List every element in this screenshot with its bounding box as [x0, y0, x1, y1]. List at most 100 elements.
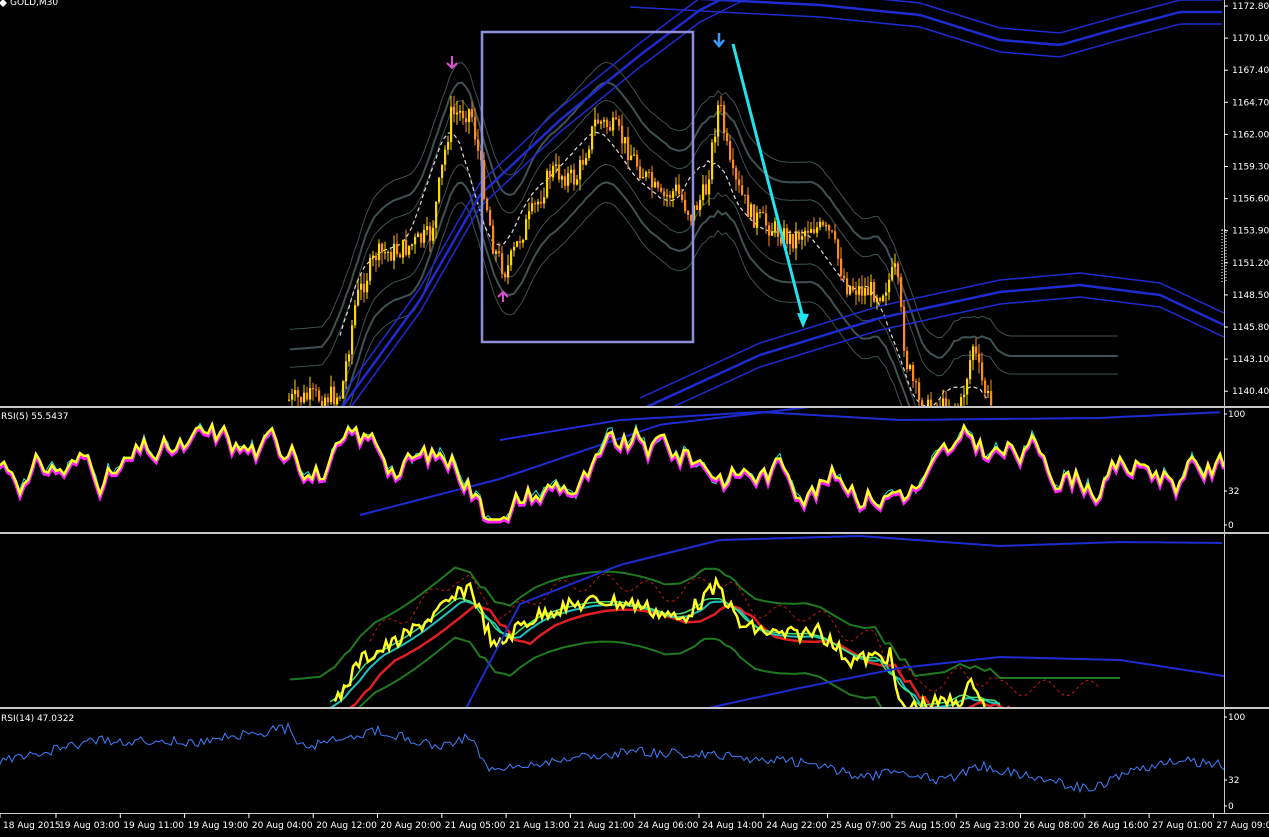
candle-body	[981, 362, 984, 381]
candle-body	[633, 154, 636, 156]
price-tick-label: 1172.80	[1232, 2, 1269, 12]
candle-body	[366, 280, 369, 293]
candle-body	[417, 233, 420, 238]
candle-body	[894, 263, 897, 267]
candle-body	[369, 258, 372, 281]
candle-body	[747, 194, 750, 218]
candle-body	[990, 390, 993, 406]
candle-body	[960, 397, 963, 406]
candle-body	[576, 179, 579, 185]
candle-body	[717, 105, 720, 137]
candle-body	[420, 233, 423, 243]
candle-body	[921, 400, 924, 406]
candle-body	[843, 275, 846, 279]
candle-body	[636, 154, 639, 167]
panel-divider[interactable]	[0, 406, 1269, 408]
rsi14-line	[0, 722, 1224, 794]
candle-body	[468, 109, 471, 123]
candle-body	[552, 165, 555, 178]
candle-body	[591, 126, 594, 150]
candle-body	[462, 110, 465, 119]
candle-body	[333, 386, 336, 405]
candle-body	[744, 194, 747, 196]
candle-body	[918, 382, 921, 401]
time-tick-label: 26 Aug 16:00	[1088, 821, 1149, 831]
candle-body	[381, 243, 384, 253]
candle-body	[378, 243, 381, 261]
candle-body	[669, 195, 672, 198]
time-axis[interactable]: 18 Aug 201519 Aug 03:00 19 Aug 11:00 19 Au…	[0, 813, 1269, 831]
candle-body	[954, 408, 956, 412]
candle-body	[768, 225, 771, 236]
candle-body	[570, 169, 573, 174]
rsi5-lines	[0, 408, 1224, 525]
oscillator-dashed-line	[369, 573, 1101, 697]
time-tick-label: 26 Aug 08:00	[1024, 821, 1085, 831]
candle-body	[711, 142, 714, 180]
candle-body	[429, 226, 432, 241]
candle-body	[753, 204, 756, 228]
candle-body	[666, 195, 669, 197]
candle-body	[687, 211, 690, 216]
candle-body	[456, 112, 459, 115]
candle-body	[738, 179, 741, 186]
candle-body	[402, 239, 405, 258]
price-tick-label: 1153.90	[1232, 227, 1269, 237]
candle-body	[705, 184, 708, 195]
candle-body	[792, 233, 795, 249]
rsi5-panel[interactable]: RSI(5) 55.5437 100 32 0	[0, 401, 1245, 531]
candle-body	[828, 225, 831, 231]
candle-body	[900, 277, 903, 307]
price-tick-label: 1159.30	[1232, 163, 1269, 173]
candle-body	[750, 204, 753, 218]
price-axis[interactable]: 1172.80 1170.10 1167.40 1164.70 1162.00 1159.…	[1224, 2, 1269, 397]
candle-body	[288, 399, 291, 401]
candle-body	[483, 160, 486, 199]
candle-body	[315, 389, 318, 391]
candle-body	[672, 191, 675, 198]
candle-body	[549, 170, 552, 178]
candle-body	[522, 239, 525, 243]
candle-body	[489, 210, 492, 226]
rsi14-panel[interactable]: RSI(14) 47.0322 100 32 0	[0, 713, 1245, 812]
trading-chart: GOLD,M30 RSI(5) 55.5437 100 32 0 RSI(14)…	[0, 0, 1269, 831]
candle-body	[450, 106, 453, 142]
candle-body	[888, 279, 891, 293]
price-tick-label: 1148.50	[1232, 291, 1269, 301]
candle-body	[675, 184, 678, 192]
candle-body	[912, 365, 915, 382]
candle-body	[798, 232, 801, 240]
candle-body	[375, 255, 378, 261]
price-tick-label: 1164.70	[1232, 98, 1269, 108]
candle-body	[948, 410, 950, 416]
moving-average-panel[interactable]	[289, 535, 1224, 749]
candle-body	[294, 390, 297, 394]
candle-body	[588, 149, 591, 159]
time-tick-label: 27 Aug 09:00	[1216, 821, 1269, 831]
candle-body	[594, 119, 597, 127]
candle-body	[540, 201, 543, 204]
candle-body	[516, 241, 519, 247]
panel-divider[interactable]	[0, 532, 1269, 534]
candle-body	[561, 176, 564, 180]
candle-body	[618, 119, 621, 126]
candle-body	[312, 388, 315, 390]
candle-body	[663, 191, 666, 197]
candle-body	[840, 258, 843, 276]
candle-body	[291, 393, 294, 400]
candle-body	[765, 213, 768, 226]
candle-body	[879, 297, 882, 302]
candle-body	[606, 119, 609, 128]
candle-body	[384, 252, 387, 254]
candle-body	[627, 137, 630, 161]
candle-body	[477, 139, 480, 151]
panel-divider[interactable]	[0, 707, 1269, 709]
candle-body	[615, 117, 618, 120]
candle-body	[951, 410, 953, 411]
candle-body	[609, 127, 612, 131]
candle-body	[795, 232, 798, 249]
candle-body	[699, 199, 702, 210]
oscillator-upper-band	[289, 566, 1120, 681]
candle-body	[573, 169, 576, 185]
candle-body	[984, 380, 987, 394]
